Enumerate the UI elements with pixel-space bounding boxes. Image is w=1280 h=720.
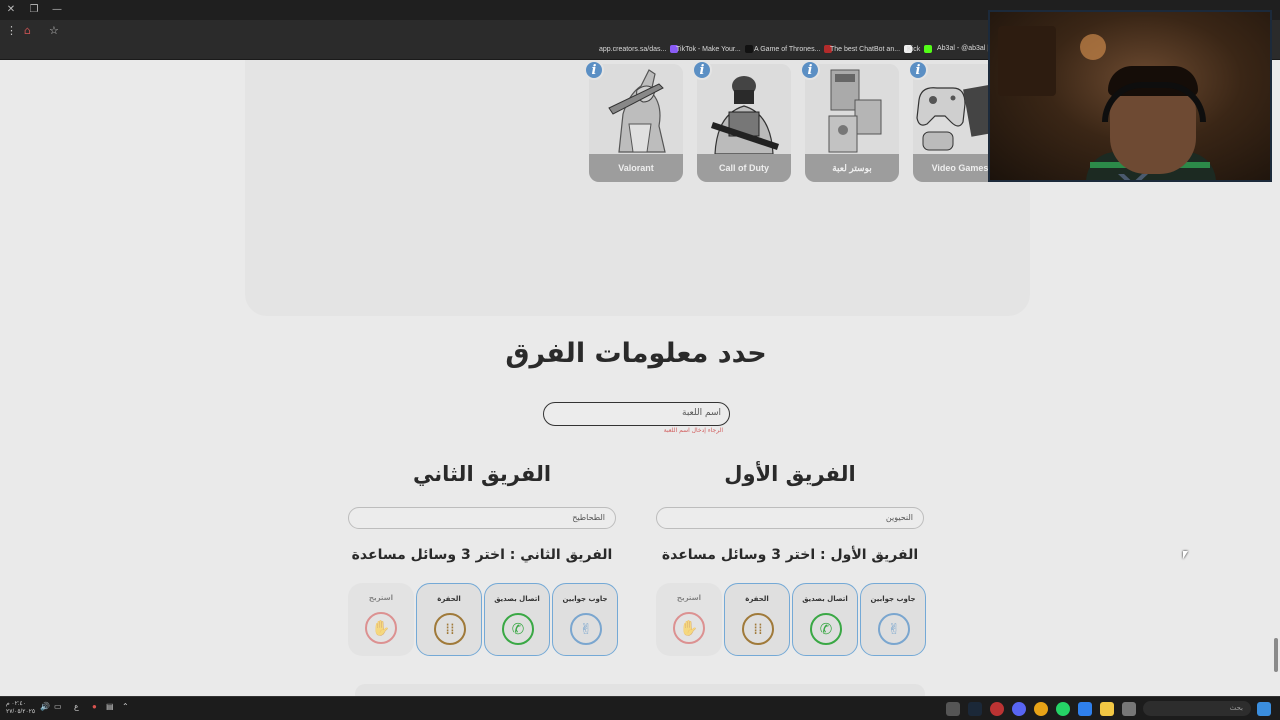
taskbar-clock[interactable]: ٠٢:٤٠ م ٢٧/٠٥/٢٠٢٥: [6, 700, 35, 716]
game-card-call-of-duty[interactable]: Call of Duty: [697, 64, 791, 182]
game-label: Call of Duty: [697, 154, 791, 182]
edge-app-icon[interactable]: [1078, 702, 1092, 716]
game-label: بوستر لعبة: [805, 154, 899, 182]
footprints-icon: ⁞⁞: [742, 613, 774, 645]
microphone-icon[interactable]: ●: [92, 702, 97, 711]
bookmark-item[interactable]: A Game of Thrones...: [754, 45, 833, 53]
peace-hand-icon: ✌: [878, 613, 910, 645]
webcam-background-lamp: [1080, 34, 1106, 60]
phone-icon: ✆: [810, 613, 842, 645]
whatsapp-app-icon[interactable]: [1056, 702, 1070, 716]
bookmark-item[interactable]: Kick: [907, 45, 933, 53]
team-one-help-double-answer[interactable]: جاوب جوابين ✌: [860, 583, 926, 656]
game-poster-art-icon: [805, 64, 899, 154]
bookmark-label: Ab3al - @ab3al |: [937, 45, 990, 52]
steam-app-icon[interactable]: [968, 702, 982, 716]
game-card-valorant[interactable]: Valorant: [589, 64, 683, 182]
file-explorer-icon[interactable]: [1100, 702, 1114, 716]
team-one-help-rest[interactable]: استريح ✋: [656, 583, 722, 656]
clock-date: ٢٧/٠٥/٢٠٢٥: [6, 709, 36, 715]
mouse-cursor-icon: [1183, 551, 1188, 559]
team-two-help-pit[interactable]: الحفرة ⁞⁞: [416, 583, 482, 656]
info-icon[interactable]: i: [584, 60, 604, 80]
bookmark-item[interactable]: Ab3al - @ab3al |: [937, 45, 989, 52]
team-two-help-title: الفريق الثاني : اختر 3 وسائل مساعدة: [351, 547, 613, 563]
monitor-icon[interactable]: ▭: [54, 702, 62, 711]
info-icon[interactable]: i: [800, 60, 820, 80]
team-two-name-input[interactable]: الطحاطيح: [348, 507, 616, 529]
info-icon[interactable]: i: [908, 60, 928, 80]
team-one-help-title: الفريق الأول : اختر 3 وسائل مساعدة: [661, 547, 919, 563]
chevron-up-icon[interactable]: ⌃: [122, 702, 129, 711]
bookmark-label: Kick: [907, 45, 921, 53]
stop-hand-icon: ✋: [365, 612, 397, 644]
windows-start-icon[interactable]: [1257, 702, 1271, 716]
team-one-name-input[interactable]: النحيوين: [656, 507, 924, 529]
bookmark-star-icon[interactable]: ☆: [49, 24, 59, 37]
section-title: حدد معلومات الفرق: [505, 338, 767, 369]
next-section-edge: [355, 684, 925, 696]
chrome-app-icon[interactable]: [1034, 702, 1048, 716]
taskbar: ٠٢:٤٠ م ٢٧/٠٥/٢٠٢٥ 🔊 ▭ ع ● ▤ ⌃ بحث: [0, 696, 1280, 720]
team-two-help-rest[interactable]: استريح ✋: [348, 583, 414, 656]
team-two-title: الفريق الثاني: [412, 462, 552, 486]
peace-hand-icon: ✌: [570, 613, 602, 645]
team-one-title: الفريق الأول: [724, 462, 856, 486]
bookmark-label: A Game of Thrones...: [754, 45, 821, 53]
valorant-art-icon: [589, 64, 683, 154]
help-label: استريح: [368, 594, 394, 602]
call-of-duty-art-icon: [697, 64, 791, 154]
minimize-icon[interactable]: —: [50, 4, 64, 15]
phone-icon: ✆: [502, 613, 534, 645]
close-icon[interactable]: ✕: [4, 4, 18, 15]
webcam-overlay: [988, 10, 1272, 182]
clock-time: ٠٢:٤٠ م: [6, 701, 26, 707]
team-two-help-double-answer[interactable]: جاوب جوابين ✌: [552, 583, 618, 656]
settings-app-icon[interactable]: [946, 702, 960, 716]
bookmark-favicon-icon: [924, 45, 933, 53]
chat-icon[interactable]: ▤: [106, 702, 114, 711]
bookmark-item[interactable]: The best ChatBot an...: [830, 45, 913, 53]
games-panel: Valorant Call of Duty بوستر لعبة Video G…: [245, 60, 1030, 316]
help-label: استريح: [676, 594, 702, 602]
page-scrollbar[interactable]: [1272, 60, 1280, 696]
info-icon[interactable]: i: [692, 60, 712, 80]
bookmark-item[interactable]: app.creators.sa/das...: [599, 45, 679, 53]
language-indicator[interactable]: ع: [74, 702, 79, 711]
bookmark-label: app.creators.sa/das...: [599, 45, 667, 53]
help-label: جاوب جوابين: [870, 595, 916, 603]
store-app-icon[interactable]: [1122, 702, 1136, 716]
team-one-help-call-friend[interactable]: اتصال بصديق ✆: [792, 583, 858, 656]
bookmark-label: The best ChatBot an...: [830, 45, 901, 53]
validation-error: الرجاء إدخال اسم اللعبة: [663, 427, 723, 434]
stop-hand-icon: ✋: [673, 612, 705, 644]
volume-icon[interactable]: 🔊: [40, 702, 50, 711]
help-label: جاوب جوابين: [562, 595, 608, 603]
help-label: اتصال بصديق: [802, 595, 848, 603]
bookmark-label: TikTok - Make Your...: [676, 45, 741, 53]
restore-icon[interactable]: ❐: [27, 4, 41, 15]
help-label: الحفرة: [437, 595, 461, 603]
menu-dots-icon[interactable]: ⋮: [6, 24, 17, 37]
game-card-poster[interactable]: بوستر لعبة: [805, 64, 899, 182]
webcam-background-shelf: [998, 26, 1056, 96]
help-label: الحفرة: [745, 595, 769, 603]
discord-app-icon[interactable]: [1012, 702, 1026, 716]
footprints-icon: ⁞⁞: [434, 613, 466, 645]
help-label: اتصال بصديق: [494, 595, 540, 603]
game-label: Valorant: [589, 154, 683, 182]
obs-app-icon[interactable]: [990, 702, 1004, 716]
bookmark-item[interactable]: TikTok - Make Your...: [676, 45, 753, 53]
scrollbar-thumb[interactable]: [1274, 638, 1278, 672]
team-one-help-pit[interactable]: الحفرة ⁞⁞: [724, 583, 790, 656]
bookmark-favicon-icon: [744, 45, 753, 53]
taskbar-search-input[interactable]: بحث: [1143, 701, 1251, 716]
game-name-input[interactable]: اسم اللعبة: [543, 402, 730, 426]
team-two-help-call-friend[interactable]: اتصال بصديق ✆: [484, 583, 550, 656]
site-favicon-icon: ⌂: [24, 24, 31, 37]
